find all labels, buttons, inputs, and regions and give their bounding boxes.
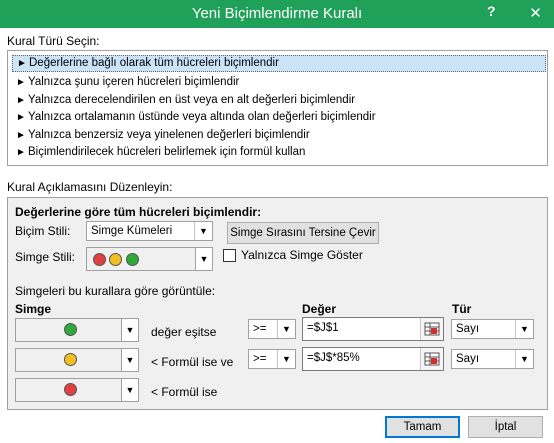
chevron-down-icon: ▼ (121, 379, 138, 401)
show-icon-only-label: Yalnızca Simge Göster (241, 248, 363, 262)
arrow-icon: ► (16, 77, 26, 88)
chevron-down-icon: ▼ (121, 349, 138, 371)
range-select-icon[interactable] (420, 318, 443, 340)
chevron-down-icon: ▼ (121, 319, 138, 341)
ok-button[interactable]: Tamam (385, 416, 460, 438)
red-circle-icon (93, 253, 106, 267)
close-button[interactable]: ✕ (517, 0, 554, 28)
rule-type-item-2[interactable]: ► Yalnızca derecelendirilen en üst veya e… (12, 92, 544, 109)
chevron-down-icon: ▼ (515, 320, 533, 338)
chevron-down-icon: ▼ (515, 350, 533, 368)
row1-icon-select[interactable]: ▼ (15, 318, 139, 342)
row1-value-input[interactable]: =$J$1 (302, 317, 444, 341)
description-heading: Kural Açıklamasını Düzenleyin: (7, 180, 173, 194)
green-circle-icon (64, 323, 77, 336)
yellow-circle-icon (109, 253, 123, 267)
yellow-circle-icon (64, 353, 77, 366)
format-style-select[interactable]: Simge Kümeleri ▼ (86, 221, 213, 241)
rule-type-heading: Kural Türü Seçin: (7, 34, 100, 48)
icon-column-header: Simge (15, 302, 52, 316)
section-title: Değerlerine göre tüm hücreleri biçimlend… (15, 205, 262, 219)
help-icon[interactable]: ? (487, 3, 496, 19)
icon-style-select[interactable]: ▼ (86, 247, 213, 271)
arrow-icon: ► (16, 130, 26, 141)
row2-type-select[interactable]: Sayı ▼ (451, 349, 534, 369)
show-icon-only-checkbox[interactable] (223, 249, 236, 262)
rule-type-item-1[interactable]: ► Yalnızca şunu içeren hücreleri biçimlen… (12, 74, 544, 91)
row2-icon-select[interactable]: ▼ (15, 348, 139, 372)
chevron-down-icon: ▼ (195, 248, 212, 270)
rule-type-list: ► Değerlerine bağlı olarak tüm hücreleri … (7, 50, 548, 166)
title-bar: Yeni Biçimlendirme Kuralı ? ✕ (0, 0, 554, 28)
row1-condition-label: değer eşitse (151, 325, 217, 339)
rule-type-item-4[interactable]: ► Yalnızca benzersiz veya yinelenen değer… (12, 127, 544, 144)
format-style-label: Biçim Stili: (15, 224, 71, 238)
icon-style-label: Simge Stili: (15, 250, 76, 264)
arrow-icon: ► (17, 58, 27, 69)
row2-operator-select[interactable]: >= ▼ (248, 349, 296, 369)
rule-type-item-5[interactable]: ► Biçimlendirilecek hücreleri belirlemek … (12, 144, 544, 161)
row2-value-input[interactable]: =$J$*85% (302, 347, 444, 371)
rule-type-item-3[interactable]: ► Yalnızca ortalamanın üstünde veya altın… (12, 109, 544, 126)
cancel-button[interactable]: İptal (468, 416, 543, 438)
green-circle-icon (125, 253, 139, 267)
chevron-down-icon: ▼ (194, 222, 212, 240)
icon-set-preview (93, 252, 139, 267)
row3-condition-label: < Formül ise (151, 385, 218, 399)
arrow-icon: ► (16, 95, 26, 106)
chevron-down-icon: ▼ (277, 350, 295, 368)
value-column-header: Değer (302, 302, 337, 316)
range-select-icon[interactable] (420, 348, 443, 370)
rules-intro: Simgeleri bu kurallara göre görüntüle: (15, 284, 216, 298)
row1-operator-select[interactable]: >= ▼ (248, 319, 296, 339)
chevron-down-icon: ▼ (277, 320, 295, 338)
red-circle-icon (64, 383, 77, 396)
type-column-header: Tür (452, 302, 472, 316)
dialog-title: Yeni Biçimlendirme Kuralı (191, 5, 363, 22)
row2-condition-label: < Formül ise ve (151, 355, 234, 369)
arrow-icon: ► (16, 112, 26, 123)
reverse-icon-order-button[interactable]: Simge Sırasını Tersine Çevir (227, 222, 379, 244)
row1-type-select[interactable]: Sayı ▼ (451, 319, 534, 339)
rule-type-item-0[interactable]: ► Değerlerine bağlı olarak tüm hücreleri … (12, 55, 546, 72)
arrow-icon: ► (16, 147, 26, 158)
row3-icon-select[interactable]: ▼ (15, 378, 139, 402)
